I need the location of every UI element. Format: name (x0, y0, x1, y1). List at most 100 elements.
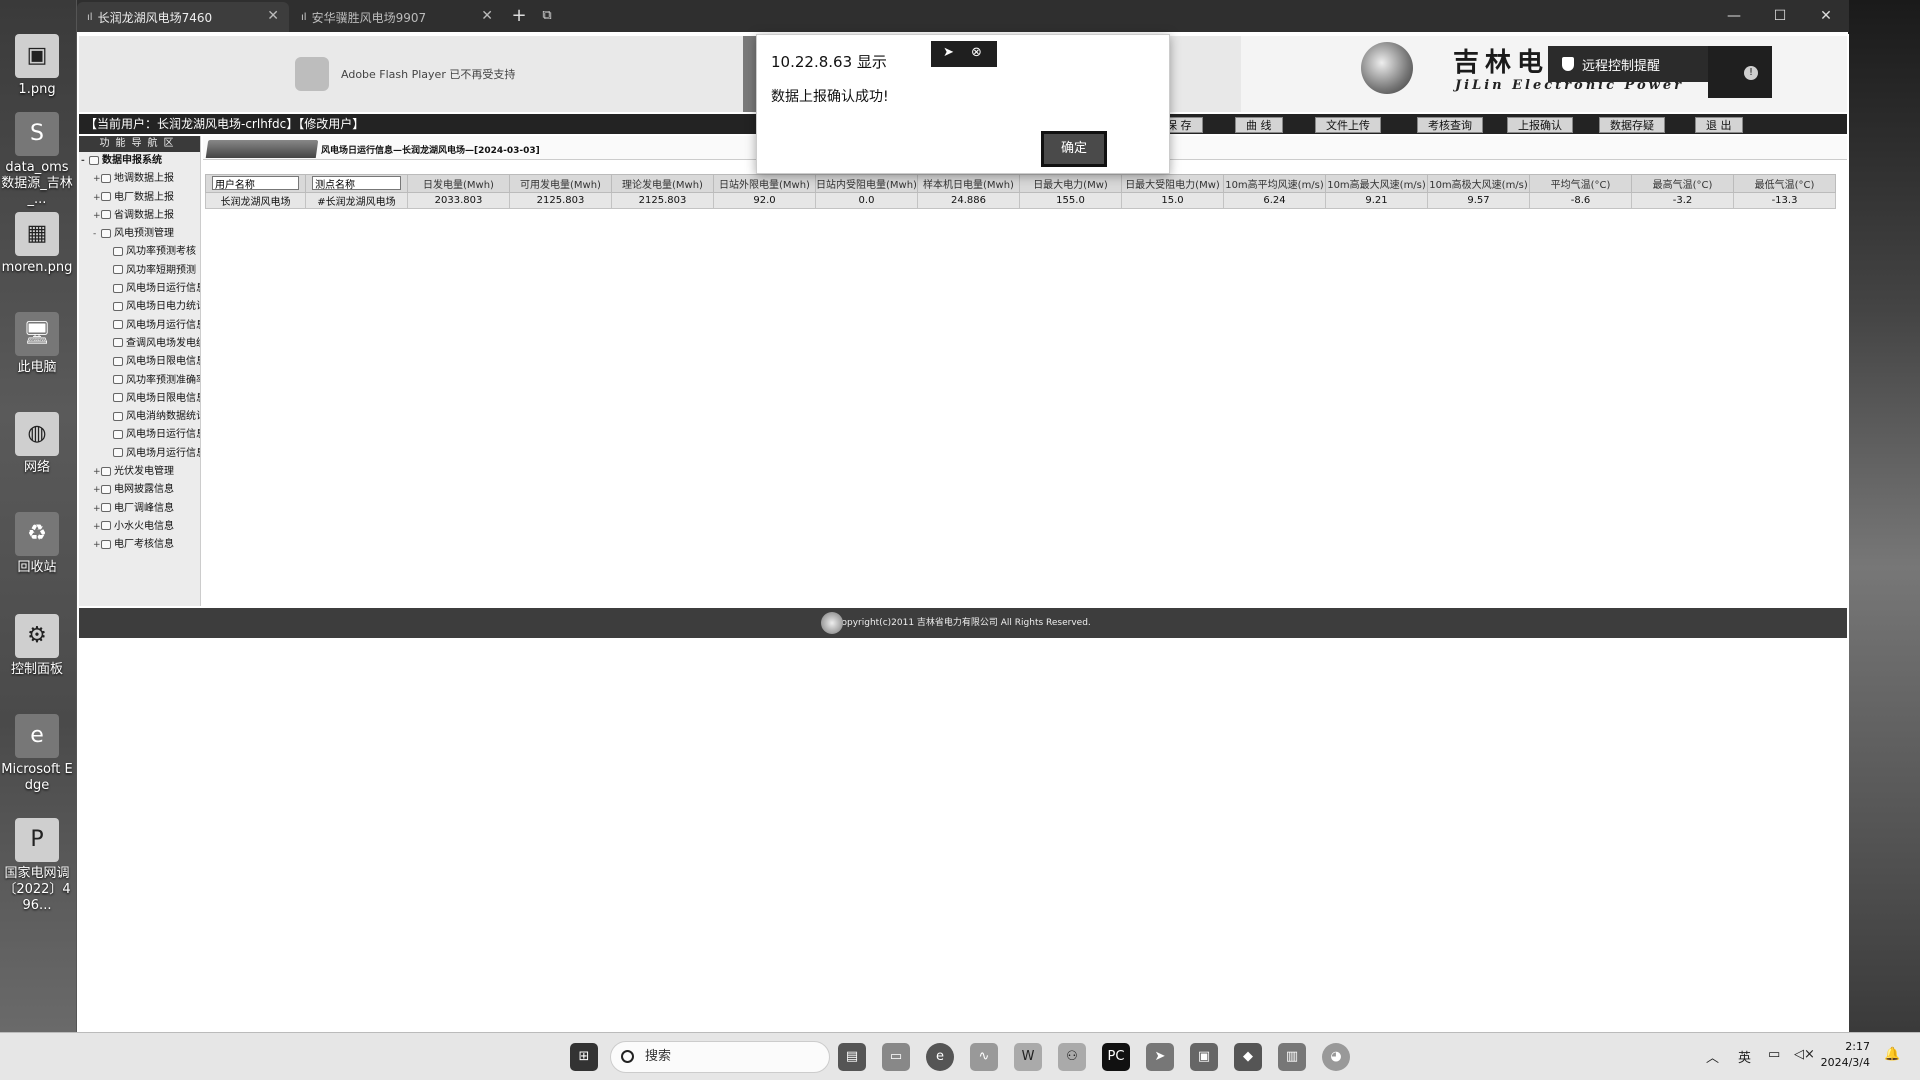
nav-tree-item[interactable]: + 电网披露信息 (79, 481, 200, 499)
nav-tree-item[interactable]: 风电场日限电信息 (79, 353, 200, 371)
volume-muted-icon[interactable]: ◁× (1794, 1047, 1815, 1062)
nav-tree-item[interactable]: 风功率预测准确率 (79, 372, 200, 390)
close-circle-icon[interactable]: ⊗ (971, 45, 982, 60)
table-cell[interactable]: 155.0 (1019, 192, 1122, 209)
nav-tree-item[interactable]: + 电厂数据上报 (79, 189, 200, 207)
window-app-icon[interactable]: ▣ (1190, 1043, 1218, 1071)
nav-tree-item[interactable]: 风电场日限电信息( (79, 390, 200, 408)
nav-tree-item[interactable]: - 风电预测管理 (79, 225, 200, 243)
tree-toggle-icon[interactable]: + (93, 170, 101, 188)
tab-actions-icon[interactable]: ⧉ (535, 4, 559, 28)
nav-tree-item[interactable]: + 电厂考核信息 (79, 536, 200, 554)
table-cell[interactable]: 长润龙湖风电场 (205, 192, 306, 209)
tree-toggle-icon[interactable]: + (93, 536, 101, 554)
cursor-arrow-icon[interactable]: ➤ (943, 45, 954, 60)
desktop-icon[interactable]: ♻ 回收站 (0, 512, 74, 576)
tab-close-icon[interactable]: ✕ (481, 8, 493, 24)
table-row[interactable]: 长润龙湖风电场 #长润龙湖风电场 2033.803 2125.803 2125.803 9… (205, 192, 1836, 209)
table-cell[interactable]: 2125.803 (509, 192, 612, 209)
nav-tree-item[interactable]: 风电场日电力统计 (79, 298, 200, 316)
nav-tree-item[interactable]: 风电消纳数据统计 (79, 408, 200, 426)
ime-indicator[interactable]: 英 (1738, 1047, 1751, 1066)
tree-toggle-icon[interactable]: + (93, 189, 101, 207)
table-cell[interactable]: 9.57 (1427, 192, 1530, 209)
tool-app-icon[interactable]: ◆ (1234, 1043, 1262, 1071)
toolbar-button[interactable]: 退 出 (1695, 117, 1743, 133)
desktop-icon[interactable]: ◍ 网络 (0, 412, 74, 476)
toolbar-button[interactable]: 文件上传 (1315, 117, 1381, 133)
nav-tree-item[interactable]: - 数据申报系统 (79, 152, 200, 170)
table-cell[interactable]: 92.0 (713, 192, 816, 209)
table-cell[interactable]: -3.2 (1631, 192, 1734, 209)
tree-toggle-icon[interactable]: + (93, 518, 101, 536)
nav-tree-item[interactable]: + 小水火电信息 (79, 518, 200, 536)
nav-tree-item[interactable]: 风电场月运行信息 (79, 317, 200, 335)
tab-close-icon[interactable]: ✕ (267, 8, 279, 24)
table-cell[interactable]: 24.886 (917, 192, 1020, 209)
desktop-icon[interactable]: P 国家电网调〔2022〕496... (0, 818, 74, 914)
table-cell[interactable]: 2125.803 (611, 192, 714, 209)
desktop-icon[interactable]: ⚙ 控制面板 (0, 614, 74, 678)
toolbar-button[interactable]: 数据存疑 (1599, 117, 1665, 133)
office-app-icon[interactable]: ▥ (1278, 1043, 1306, 1071)
tray-chevron-icon[interactable]: ︿ (1706, 1047, 1719, 1066)
nav-tree-item[interactable]: + 电厂调峰信息 (79, 500, 200, 518)
nav-tree-item[interactable]: + 地调数据上报 (79, 170, 200, 188)
notification-bell-icon[interactable]: 🔔 (1884, 1047, 1900, 1062)
tree-toggle-icon[interactable]: + (93, 481, 101, 499)
table-cell[interactable]: -8.6 (1529, 192, 1632, 209)
toolbar-button[interactable]: 考核查询 (1417, 117, 1483, 133)
remote-side-panel[interactable]: ! (1708, 46, 1772, 98)
tree-toggle-icon[interactable]: + (93, 500, 101, 518)
new-tab-button[interactable]: + (507, 4, 531, 28)
taskbar-clock[interactable]: 2:17 2024/3/4 (1820, 1039, 1870, 1071)
file-explorer-icon[interactable]: ▭ (882, 1043, 910, 1071)
table-cell[interactable]: 2033.803 (407, 192, 510, 209)
nav-tree-item[interactable]: + 省调数据上报 (79, 207, 200, 225)
desktop-icon[interactable]: e Microsoft Edge (0, 714, 74, 794)
minimize-button[interactable]: — (1711, 0, 1757, 32)
toolbar-button[interactable]: 曲 线 (1235, 117, 1283, 133)
tree-toggle-icon[interactable]: + (93, 207, 101, 225)
nav-tree-item[interactable]: 风电场日运行信息( (79, 426, 200, 444)
tree-toggle-icon[interactable]: - (81, 152, 89, 170)
nav-tree-item[interactable]: 风功率预测考核 (79, 243, 200, 261)
table-cell[interactable]: 15.0 (1121, 192, 1224, 209)
table-cell[interactable]: 6.24 (1223, 192, 1326, 209)
pycharm-icon[interactable]: PC (1102, 1043, 1130, 1071)
wps-icon[interactable]: W (1014, 1043, 1042, 1071)
start-icon[interactable]: ⊞ (570, 1043, 598, 1071)
dialog-ok-button[interactable]: 确定 (1039, 129, 1109, 169)
maximize-button[interactable]: ☐ (1757, 0, 1803, 32)
point-name-header-field[interactable] (312, 176, 401, 191)
current-user-text[interactable]: 【当前用户：长润龙湖风电场-crlhfdc】【修改用户】 (85, 117, 364, 131)
tree-toggle-icon[interactable]: - (93, 225, 101, 243)
desktop-icon[interactable]: Sdata_oms数据源_吉林_... (0, 112, 74, 208)
network-app-icon[interactable]: ⚇ (1058, 1043, 1086, 1071)
table-cell[interactable]: -13.3 (1733, 192, 1836, 209)
edge-icon[interactable]: e (926, 1043, 954, 1071)
task-view-icon[interactable]: ▤ (838, 1043, 866, 1071)
nav-tree-item[interactable]: 查调风电场发电统计 (79, 335, 200, 353)
table-cell[interactable]: 0.0 (815, 192, 918, 209)
network-icon[interactable]: ▭ (1768, 1047, 1780, 1062)
remote-app-icon[interactable]: ➤ (1146, 1043, 1174, 1071)
nav-tree-item[interactable]: + 光伏发电管理 (79, 463, 200, 481)
monitor-app-icon[interactable]: ∿ (970, 1043, 998, 1071)
close-window-button[interactable]: ✕ (1803, 0, 1849, 32)
tree-toggle-icon[interactable]: + (93, 463, 101, 481)
toolbar-button[interactable]: 上报确认 (1507, 117, 1573, 133)
desktop-icon[interactable]: ▦ moren.png (0, 212, 74, 276)
taskbar-search[interactable]: 搜索 (610, 1041, 830, 1073)
user-name-header-field[interactable] (211, 176, 300, 191)
nav-tree-item[interactable]: 风电场日运行信息 (79, 280, 200, 298)
desktop-icon[interactable]: ▣ 1.png (0, 34, 74, 98)
tab-anhua[interactable]: ıl 安华骥胜风电场9907 ✕ (291, 2, 503, 32)
remote-control-badge[interactable]: 远程控制提醒 (1548, 46, 1708, 82)
nav-tree-item[interactable]: 风电场月运行信息( (79, 445, 200, 463)
table-cell[interactable]: #长润龙湖风电场 (305, 192, 408, 209)
table-cell[interactable]: 9.21 (1325, 192, 1428, 209)
tab-changrun[interactable]: ıl 长润龙湖风电场7460 ✕ (77, 2, 289, 32)
chat-app-icon[interactable]: ◕ (1322, 1043, 1350, 1071)
nav-tree-item[interactable]: 风功率短期预测 (79, 262, 200, 280)
